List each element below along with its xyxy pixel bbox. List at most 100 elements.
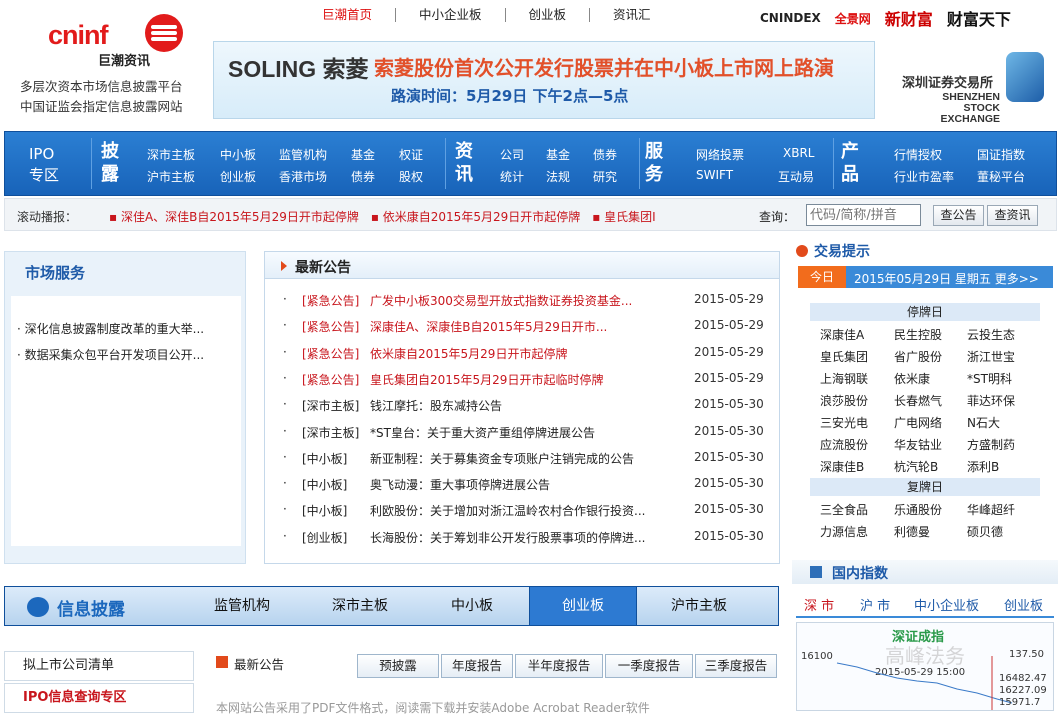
nav-sz-main[interactable]: 深市主板: [147, 146, 195, 163]
ticker-items[interactable]: ▪ 深佳A、深佳B自2015年5月29日开市起停牌 ▪ 依米康自2015年5月2…: [109, 208, 656, 225]
nav-bond-info[interactable]: 债券: [593, 146, 617, 163]
announcement-title[interactable]: 长海股份：关于筹划非公开发行股票事项的停牌进...: [370, 529, 645, 546]
market-item[interactable]: · 数据采集众包平台开发项目公开...: [17, 346, 204, 363]
halt-stock[interactable]: 深康佳A: [820, 326, 864, 343]
report-q1[interactable]: 一季度报告: [605, 654, 693, 678]
announcement-row[interactable]: · [紧急公告] 深康佳A、深康佳B自2015年5月29日开市... 2015-05-…: [283, 318, 764, 336]
nav-hk[interactable]: 香港市场: [279, 168, 327, 185]
nav-swift[interactable]: SWIFT: [696, 168, 733, 182]
pre-ipo-list-link[interactable]: 拟上市公司清单: [4, 651, 194, 681]
partner-cftx[interactable]: 财富天下: [947, 6, 1011, 30]
resume-stock[interactable]: 力源信息: [820, 523, 868, 540]
announcement-row[interactable]: · [深市主板] *ST皇台：关于重大资产重组停牌进展公告 2015-05-30: [283, 424, 764, 442]
nav-ipo[interactable]: IPO 专区: [5, 132, 89, 195]
nav-stats[interactable]: 统计: [500, 168, 524, 185]
nav-law[interactable]: 法规: [546, 168, 570, 185]
report-semiannual[interactable]: 半年度报告: [515, 654, 603, 678]
topnav-gem[interactable]: 创业板: [506, 8, 591, 22]
today-tab[interactable]: 今日: [798, 266, 846, 288]
topnav-home[interactable]: 巨潮首页: [322, 8, 397, 22]
nav-xbrl[interactable]: XBRL: [783, 146, 814, 160]
halt-stock[interactable]: 添利B: [967, 458, 999, 475]
announcement-row[interactable]: · [中小板] 新亚制程：关于募集资金专项账户注销完成的公告 2015-05-30: [283, 450, 764, 468]
announcement-title[interactable]: 皇氏集团自2015年5月29日开市起临时停牌: [370, 371, 603, 388]
info-tab-sh-main[interactable]: 沪市主板: [639, 587, 759, 625]
nav-warrant[interactable]: 权证: [399, 146, 423, 163]
halt-stock[interactable]: 深康佳B: [820, 458, 864, 475]
tab-sme[interactable]: 中小企业板: [914, 595, 979, 614]
nav-bond[interactable]: 债券: [351, 168, 375, 185]
search-announcement-button[interactable]: 查公告: [933, 205, 984, 226]
announcement-title[interactable]: 奥飞动漫：重大事项停牌进展公告: [370, 476, 550, 493]
nav-fund-info[interactable]: 基金: [546, 146, 570, 163]
halt-stock[interactable]: 省广股份: [894, 348, 942, 365]
halt-stock[interactable]: 民生控股: [894, 326, 942, 343]
market-item[interactable]: · 深化信息披露制度改革的重大举...: [17, 320, 204, 337]
topnav-sme[interactable]: 中小企业板: [396, 8, 506, 22]
announcement-title[interactable]: 广发中小板300交易型开放式指数证券投资基金...: [370, 292, 632, 309]
search-input[interactable]: [806, 204, 921, 226]
nav-research[interactable]: 研究: [593, 168, 617, 185]
announcement-title[interactable]: 依米康自2015年5月29日开市起停牌: [370, 345, 567, 362]
halt-stock[interactable]: 皇氏集团: [820, 348, 868, 365]
cninfo-logo[interactable]: cninf 巨潮资讯: [48, 14, 183, 70]
halt-stock[interactable]: 浪莎股份: [820, 392, 868, 409]
announcement-row[interactable]: · [中小板] 奥飞动漫：重大事项停牌进展公告 2015-05-30: [283, 476, 764, 494]
announcement-title[interactable]: 钱江摩托：股东减持公告: [370, 397, 502, 414]
search-news-button[interactable]: 查资讯: [987, 205, 1038, 226]
announcement-title[interactable]: 利欧股份：关于增加对浙江温岭农村合作银行投资...: [370, 502, 645, 519]
halt-stock[interactable]: 广电网络: [894, 414, 942, 431]
announcement-row[interactable]: · [创业板] 长海股份：关于筹划非公开发行股票事项的停牌进... 2015-05-3…: [283, 529, 764, 547]
resume-stock[interactable]: 三全食品: [820, 501, 868, 518]
halt-stock[interactable]: 长春燃气: [894, 392, 942, 409]
nav-sme[interactable]: 中小板: [220, 146, 256, 163]
halt-stock[interactable]: 上海钢联: [820, 370, 868, 387]
halt-stock[interactable]: N石大: [967, 414, 1000, 431]
halt-stock[interactable]: 云投生态: [967, 326, 1015, 343]
nav-secretary[interactable]: 董秘平台: [977, 168, 1025, 185]
halt-stock[interactable]: 方盛制药: [967, 436, 1015, 453]
nav-cn-index[interactable]: 国证指数: [977, 146, 1025, 163]
nav-sh-main[interactable]: 沪市主板: [147, 168, 195, 185]
nav-fund[interactable]: 基金: [351, 146, 375, 163]
szse-logo[interactable]: 深圳证券交易所 SHENZHEN STOCK EXCHANGE: [900, 52, 1050, 125]
nav-vote[interactable]: 网络投票: [696, 146, 744, 163]
resume-stock[interactable]: 华峰超纤: [967, 501, 1015, 518]
halt-stock[interactable]: 杭汽轮B: [894, 458, 938, 475]
announcement-title[interactable]: *ST皇台：关于重大资产重组停牌进展公告: [370, 424, 595, 441]
info-tab-gem[interactable]: 创业板: [529, 587, 637, 625]
report-prepub[interactable]: 预披露: [357, 654, 439, 678]
halt-stock[interactable]: 菲达环保: [967, 392, 1015, 409]
partner-p5w[interactable]: 全景网: [835, 10, 871, 27]
tab-sh[interactable]: 沪 市: [860, 595, 890, 614]
announcement-title[interactable]: 深康佳A、深康佳B自2015年5月29日开市...: [370, 318, 607, 335]
report-annual[interactable]: 年度报告: [441, 654, 513, 678]
info-tab-sz-main[interactable]: 深市主板: [305, 587, 415, 625]
announcement-title[interactable]: 新亚制程：关于募集资金专项账户注销完成的公告: [370, 450, 634, 467]
nav-regulator[interactable]: 监管机构: [279, 146, 327, 163]
nav-equity[interactable]: 股权: [399, 168, 423, 185]
nav-company[interactable]: 公司: [500, 146, 524, 163]
resume-stock[interactable]: 硕贝德: [967, 523, 1003, 540]
halt-stock[interactable]: 依米康: [894, 370, 930, 387]
roadshow-banner[interactable]: SOLING 索菱 索菱股份首次公开发行股票并在中小板上市网上路演 路演时间：5…: [213, 41, 875, 119]
index-chart[interactable]: 深证成指 16100 2015-05-29 15:00 16482.47 162…: [796, 622, 1054, 711]
announcement-row[interactable]: · [中小板] 利欧股份：关于增加对浙江温岭农村合作银行投资... 2015-05-3…: [283, 502, 764, 520]
resume-stock[interactable]: 乐通股份: [894, 501, 942, 518]
resume-stock[interactable]: 利德曼: [894, 523, 930, 540]
report-q3[interactable]: 三季度报告: [695, 654, 777, 678]
halt-stock[interactable]: 浙江世宝: [967, 348, 1015, 365]
nav-quote-license[interactable]: 行情授权: [894, 146, 942, 163]
info-tab-regulator[interactable]: 监管机构: [187, 587, 297, 625]
trade-date[interactable]: 2015年05月29日 星期五 更多>>: [854, 270, 1039, 287]
announcement-row[interactable]: · [紧急公告] 广发中小板300交易型开放式指数证券投资基金... 2015-05-…: [283, 292, 764, 310]
nav-gem[interactable]: 创业板: [220, 168, 256, 185]
announcement-row[interactable]: · [深市主板] 钱江摩托：股东减持公告 2015-05-30: [283, 397, 764, 415]
partner-xcf[interactable]: 新财富: [885, 6, 933, 30]
halt-stock[interactable]: 应流股份: [820, 436, 868, 453]
halt-stock[interactable]: 三安光电: [820, 414, 868, 431]
halt-stock[interactable]: 华友钴业: [894, 436, 942, 453]
halt-stock[interactable]: *ST明科: [967, 370, 1012, 387]
announcement-row[interactable]: · [紧急公告] 皇氏集团自2015年5月29日开市起临时停牌 2015-05-29: [283, 371, 764, 389]
announcement-row[interactable]: · [紧急公告] 依米康自2015年5月29日开市起停牌 2015-05-29: [283, 345, 764, 363]
